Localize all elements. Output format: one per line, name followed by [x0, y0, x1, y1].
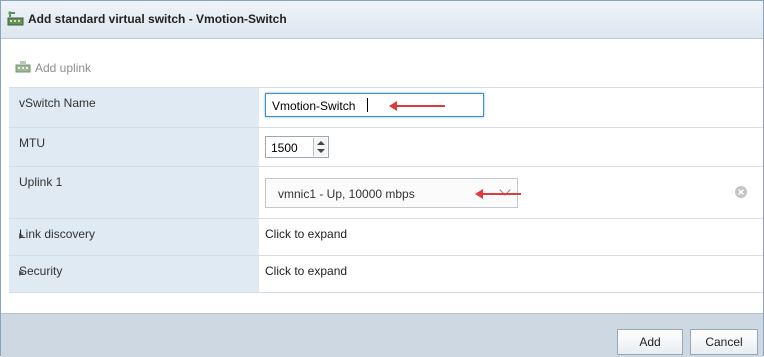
mtu-stepper[interactable]: 1500 [265, 136, 329, 158]
row-uplink-1: Uplink 1 vmnic1 - Up, 10000 mbps [9, 167, 763, 219]
spin-up-icon[interactable] [317, 141, 325, 145]
link-discovery-label-cell[interactable]: Link discovery [9, 219, 259, 255]
vswitch-name-input[interactable]: Vmotion-Switch [265, 93, 484, 117]
spinner-icon[interactable] [313, 138, 327, 156]
vswitch-name-value-cell: Vmotion-Switch [259, 88, 763, 127]
security-expand-text[interactable]: Click to expand [265, 264, 347, 278]
uplink-1-label: Uplink 1 [19, 175, 63, 189]
clear-icon[interactable] [735, 186, 747, 198]
vswitch-name-value: Vmotion-Switch [272, 99, 356, 113]
link-discovery-label: Link discovery [19, 227, 96, 241]
row-vswitch-name: vSwitch Name Vmotion-Switch [9, 88, 763, 128]
vswitch-name-label: vSwitch Name [19, 96, 96, 110]
dialog-footer: Add Cancel [1, 313, 763, 357]
vswitch-name-label-cell: vSwitch Name [9, 88, 259, 127]
vswitch-properties-grid: vSwitch Name Vmotion-Switch MTU 1500 Upl… [9, 87, 763, 293]
add-vswitch-dialog: Add standard virtual switch - Vmotion-Sw… [0, 0, 764, 357]
security-label-cell[interactable]: Security [9, 256, 259, 292]
uplink-1-value-cell: vmnic1 - Up, 10000 mbps [259, 167, 763, 218]
spin-down-icon[interactable] [317, 149, 325, 153]
security-value-cell[interactable]: Click to expand [259, 256, 763, 292]
link-discovery-expand-text[interactable]: Click to expand [265, 227, 347, 241]
annotation-arrow [389, 101, 445, 111]
uplink-1-selected-value: vmnic1 - Up, 10000 mbps [278, 187, 415, 201]
annotation-arrow [475, 189, 521, 199]
text-caret [367, 98, 368, 112]
dialog-titlebar: Add standard virtual switch - Vmotion-Sw… [1, 1, 763, 39]
row-link-discovery[interactable]: Link discovery Click to expand [9, 219, 763, 256]
mtu-value-cell: 1500 [259, 128, 763, 166]
mtu-label-cell: MTU [9, 128, 259, 166]
cancel-button[interactable]: Cancel [690, 329, 758, 355]
add-uplink-label: Add uplink [35, 61, 92, 75]
uplink-1-label-cell: Uplink 1 [9, 167, 259, 218]
dialog-title: Add standard virtual switch - Vmotion-Sw… [28, 12, 287, 26]
row-mtu: MTU 1500 [9, 128, 763, 167]
link-discovery-value-cell[interactable]: Click to expand [259, 219, 763, 255]
add-button[interactable]: Add [617, 329, 683, 355]
mtu-label: MTU [19, 136, 45, 150]
row-security[interactable]: Security Click to expand [9, 256, 763, 293]
mtu-value: 1500 [271, 141, 298, 155]
security-label: Security [19, 264, 63, 278]
add-uplink-icon [15, 61, 31, 73]
vswitch-icon [7, 11, 24, 26]
